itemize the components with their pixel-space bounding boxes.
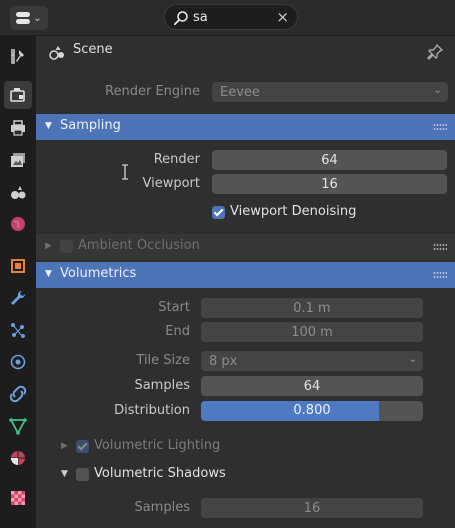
volumetric-shadows-checkbox[interactable]	[76, 468, 89, 481]
chevron-down-icon: ⌄	[408, 354, 417, 365]
tile-size-label: Tile Size	[136, 353, 190, 368]
render-icon	[10, 88, 25, 102]
expand-arrow-icon: ▼	[45, 269, 52, 279]
end-label: End	[165, 324, 190, 339]
volumetrics-title: Volumetrics	[60, 266, 137, 281]
properties-tabs	[0, 36, 36, 528]
end-field[interactable]: 100 m	[201, 322, 423, 342]
constraints-icon	[9, 385, 27, 403]
tool-icon	[11, 49, 24, 64]
chevron-down-icon: ⌄	[33, 12, 42, 24]
render-samples-label: Render	[153, 152, 200, 167]
volumetric-shadows-label: Volumetric Shadows	[94, 466, 226, 481]
scene-icon	[11, 186, 26, 199]
scene-title: Scene	[73, 42, 113, 57]
editor-type-icon	[16, 12, 31, 24]
samples-label: Samples	[134, 378, 190, 393]
data-tab[interactable]	[4, 412, 32, 440]
world-icon	[11, 217, 25, 231]
properties-panel: Scene Render Engine Eevee ⌄ ▼ Sampling R…	[36, 36, 455, 528]
physics-tab[interactable]	[4, 348, 32, 376]
render-engine-label: Render Engine	[105, 84, 200, 99]
physics-icon	[10, 354, 26, 370]
search-input[interactable]	[193, 8, 273, 26]
mesh-data-icon	[9, 418, 27, 435]
viewport-samples-value: 16	[321, 176, 338, 192]
sampling-title: Sampling	[60, 118, 121, 133]
volumetric-lighting-label: Volumetric Lighting	[94, 438, 221, 453]
texture-tab[interactable]	[4, 484, 32, 512]
view-layer-icon	[11, 153, 25, 167]
start-label: Start	[158, 300, 190, 315]
search-icon	[173, 11, 188, 26]
render-engine-value: Eevee	[220, 84, 260, 100]
particles-tab[interactable]	[4, 316, 32, 344]
chevron-down-icon: ⌄	[433, 85, 442, 96]
ambient-occlusion-panel-header[interactable]: ▶ Ambient Occlusion	[36, 234, 455, 260]
samples-field[interactable]: 64	[201, 376, 423, 396]
object-tab[interactable]	[4, 252, 32, 280]
wrench-icon	[11, 290, 26, 305]
collapsed-arrow-icon[interactable]: ▶	[61, 441, 68, 451]
start-field[interactable]: 0.1 m	[201, 298, 423, 318]
render-samples-field[interactable]: 64	[212, 150, 447, 170]
viewport-samples-label: Viewport	[142, 176, 201, 191]
material-tab[interactable]	[4, 444, 32, 472]
samples-value: 64	[303, 378, 321, 394]
ambient-occlusion-title: Ambient Occlusion	[78, 238, 200, 253]
viewport-samples-field[interactable]: 16	[212, 174, 447, 194]
search-field[interactable]: ×	[164, 4, 298, 30]
render-tab[interactable]	[4, 81, 32, 109]
pin-icon[interactable]	[426, 43, 444, 61]
output-tab[interactable]	[4, 114, 32, 142]
viewport-denoising-label: Viewport Denoising	[230, 204, 357, 219]
scene-icon	[49, 46, 64, 60]
output-icon	[11, 120, 25, 136]
modifier-tab[interactable]	[4, 284, 32, 312]
tile-size-dropdown[interactable]: 8 px ⌄	[201, 351, 423, 371]
shadow-samples-field[interactable]: 16	[201, 498, 423, 518]
texture-icon	[11, 491, 25, 505]
ambient-occlusion-checkbox[interactable]	[60, 240, 73, 253]
material-icon	[11, 451, 25, 465]
expand-arrow-icon: ▼	[45, 121, 52, 131]
tile-size-value: 8 px	[209, 353, 238, 369]
view-layer-tab[interactable]	[4, 146, 32, 174]
render-engine-dropdown[interactable]: Eevee ⌄	[212, 82, 448, 102]
drag-handle-icon[interactable]	[433, 272, 447, 280]
world-tab[interactable]	[4, 210, 32, 238]
shadow-samples-label: Samples	[134, 500, 190, 515]
drag-handle-icon[interactable]	[433, 244, 447, 252]
context-header: Scene	[36, 36, 455, 70]
expand-arrow-icon[interactable]: ▼	[61, 469, 68, 479]
text-cursor-icon	[122, 164, 128, 180]
distribution-label: Distribution	[114, 403, 190, 418]
top-bar: ⌄ ×	[0, 0, 455, 36]
constraints-tab[interactable]	[4, 380, 32, 408]
particles-icon	[11, 323, 25, 338]
distribution-slider[interactable]: 0.800	[201, 401, 423, 421]
viewport-denoising-checkbox[interactable]	[212, 206, 225, 219]
clear-search-icon[interactable]: ×	[276, 8, 289, 26]
drag-handle-icon[interactable]	[433, 124, 447, 132]
scene-tab[interactable]	[4, 178, 32, 206]
distribution-value: 0.800	[293, 403, 331, 418]
collapsed-arrow-icon: ▶	[45, 241, 52, 251]
volumetrics-panel-header[interactable]: ▼ Volumetrics	[36, 262, 455, 288]
object-icon	[11, 259, 25, 273]
sampling-panel-header[interactable]: ▼ Sampling	[36, 114, 455, 140]
end-value: 100 m	[291, 324, 333, 340]
start-value: 0.1 m	[293, 300, 331, 316]
tool-tab[interactable]	[4, 42, 32, 70]
editor-type-button[interactable]: ⌄	[10, 6, 48, 30]
render-samples-value: 64	[321, 152, 338, 168]
volumetric-lighting-checkbox[interactable]	[76, 440, 89, 453]
shadow-samples-value: 16	[303, 500, 321, 516]
